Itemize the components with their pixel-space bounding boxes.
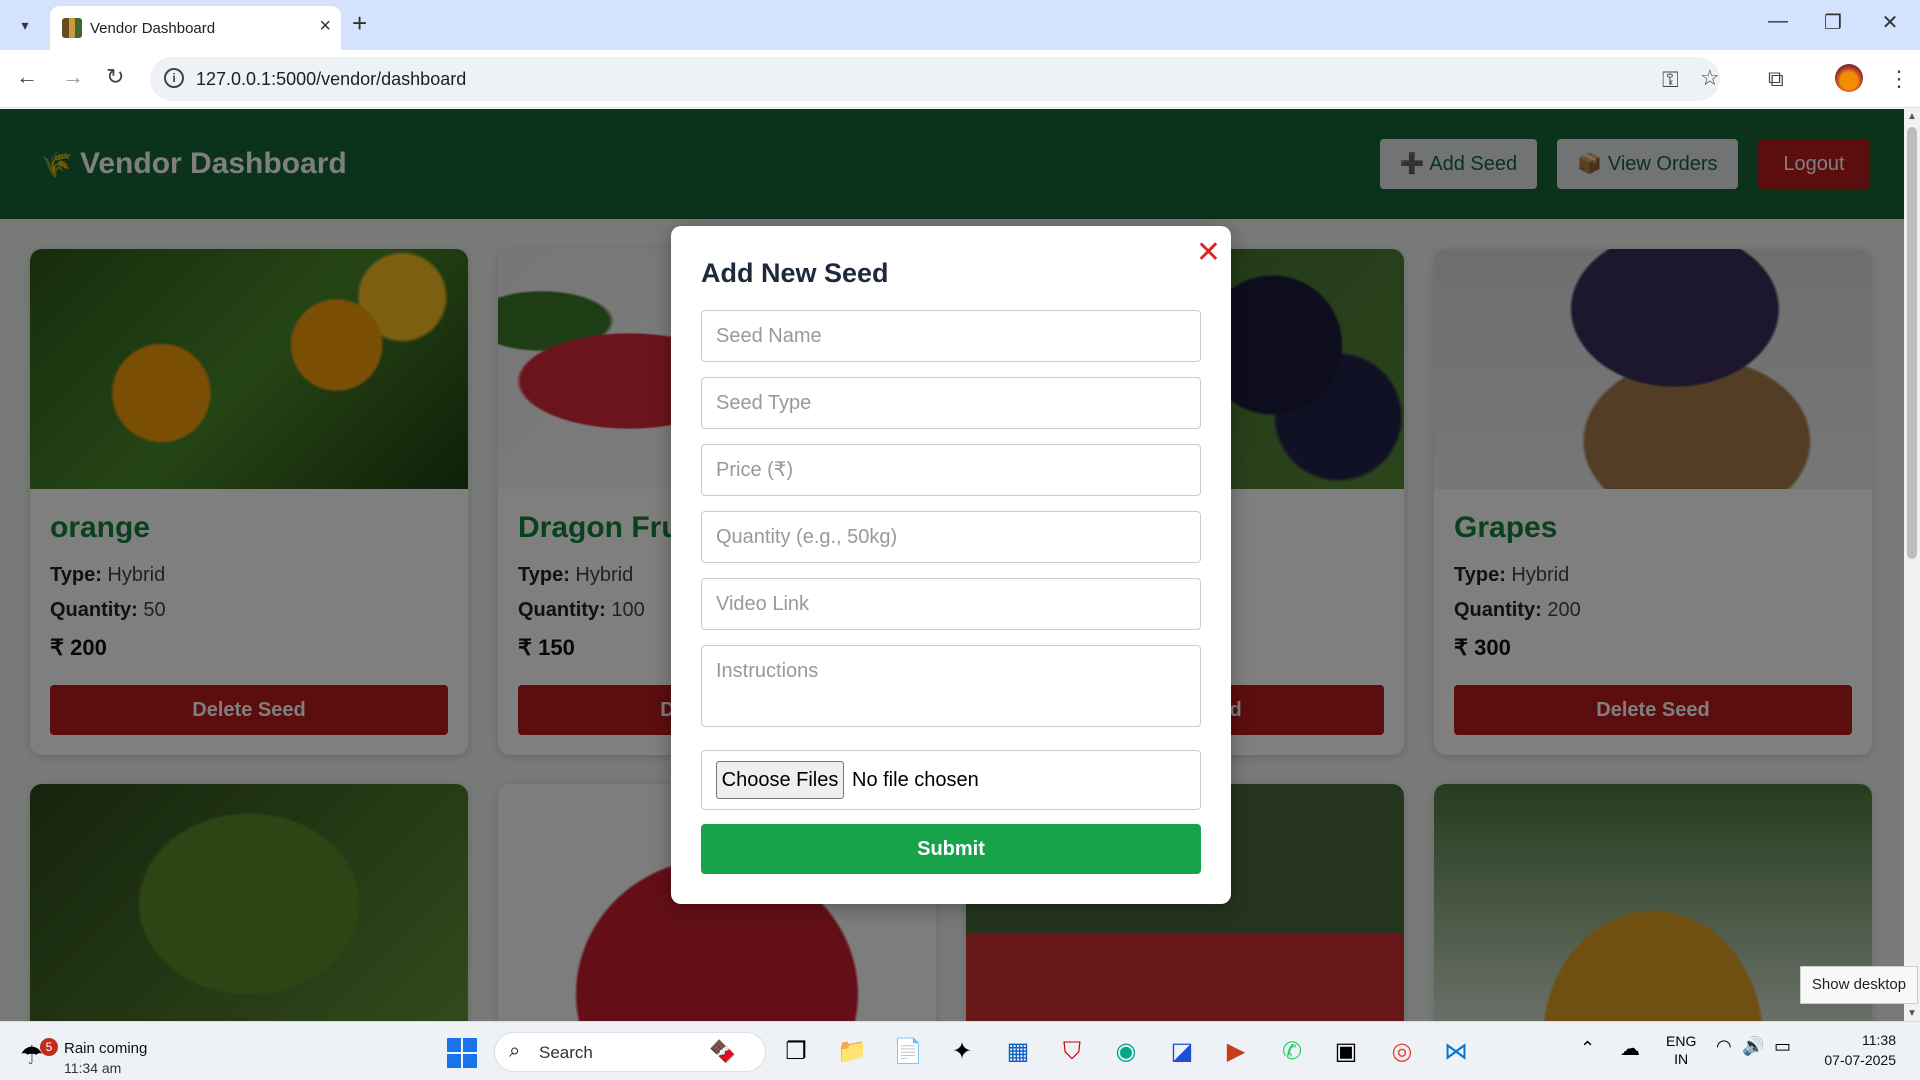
language-indicator[interactable]: ENG IN <box>1666 1032 1696 1068</box>
quantity-field[interactable] <box>701 511 1201 563</box>
weather-text: Rain coming <box>64 1040 148 1057</box>
tab-close-icon[interactable]: × <box>319 15 331 38</box>
vscode-icon[interactable]: ⋈ <box>1438 1034 1474 1070</box>
instructions-field[interactable] <box>701 645 1201 727</box>
battery-icon[interactable]: ▭ <box>1774 1036 1791 1057</box>
price-field[interactable] <box>701 444 1201 496</box>
clock-time: 11:38 <box>1862 1032 1896 1048</box>
password-key-icon[interactable]: ⚿ <box>1662 67 1679 93</box>
search-icon: ⌕ <box>509 1040 521 1062</box>
windows-start-icon[interactable] <box>447 1038 477 1068</box>
browser-tab-bar: ▾ Vendor Dashboard × + — ❐ ✕ <box>0 0 1920 50</box>
restore-icon[interactable]: ❐ <box>1813 10 1853 35</box>
video-link-field[interactable] <box>701 578 1201 630</box>
close-icon[interactable]: ✕ <box>1196 238 1221 268</box>
onedrive-cloud-icon[interactable]: ☁ <box>1620 1036 1640 1061</box>
notepad-icon[interactable]: 📄 <box>890 1034 926 1070</box>
url-text[interactable]: 127.0.0.1:5000/vendor/dashboard <box>196 69 466 90</box>
volume-icon[interactable]: 🔊 <box>1742 1036 1764 1057</box>
instructions-textarea[interactable] <box>702 646 1200 726</box>
clock-date: 07-07-2025 <box>1824 1052 1896 1068</box>
tab-list-chevron-icon[interactable]: ▾ <box>12 12 38 38</box>
profile-avatar[interactable] <box>1835 64 1863 92</box>
copilot-icon[interactable]: ✦ <box>944 1034 980 1070</box>
clock[interactable]: 11:38 07-07-2025 <box>1810 1030 1896 1070</box>
choose-files-button[interactable]: Choose Files <box>716 761 844 799</box>
tab-favicon-icon <box>62 18 82 38</box>
chrome-icon[interactable]: ◎ <box>1384 1034 1420 1070</box>
show-desktop-tooltip: Show desktop <box>1800 966 1918 1004</box>
page-scrollbar[interactable]: ▲ ▼ <box>1904 109 1920 1021</box>
wifi-icon[interactable]: ◠ <box>1716 1036 1732 1057</box>
extensions-puzzle-icon[interactable]: ⧉ <box>1768 66 1784 92</box>
seed-type-field[interactable] <box>701 377 1201 429</box>
site-info-icon[interactable]: i <box>164 68 184 88</box>
scrollbar-thumb[interactable] <box>1907 127 1917 559</box>
weather-time: 11:34 am <box>64 1060 122 1076</box>
address-toolbar: ← → ↻ i 127.0.0.1:5000/vendor/dashboard … <box>0 50 1920 108</box>
seed-name-input[interactable] <box>702 311 1200 361</box>
quantity-input[interactable] <box>702 512 1200 562</box>
file-status: No file chosen <box>852 769 979 791</box>
forward-arrow-icon[interactable]: → <box>62 64 84 90</box>
file-upload: Choose Files No file chosen <box>701 750 1201 810</box>
video-link-input[interactable] <box>702 579 1200 629</box>
minimize-icon[interactable]: — <box>1758 10 1798 33</box>
window-close-icon[interactable]: ✕ <box>1870 10 1910 35</box>
task-view-icon[interactable]: ❐ <box>778 1034 814 1070</box>
price-input[interactable] <box>702 445 1200 495</box>
seed-name-field[interactable] <box>701 310 1201 362</box>
browser-tab[interactable]: Vendor Dashboard × <box>50 6 341 50</box>
store-icon[interactable]: ▦ <box>1000 1034 1036 1070</box>
seed-type-input[interactable] <box>702 378 1200 428</box>
notification-badge: 5 <box>40 1038 58 1056</box>
edge-icon[interactable]: ◉ <box>1108 1034 1144 1070</box>
search-highlight-icon: 🍫 <box>709 1039 737 1064</box>
mcafee-icon[interactable]: ⛉ <box>1054 1034 1090 1070</box>
powerpoint-icon[interactable]: ▶ <box>1218 1034 1254 1070</box>
file-explorer-icon[interactable]: 📁 <box>834 1034 870 1070</box>
browser-menu-icon[interactable]: ⋮ <box>1888 66 1910 92</box>
windows-taskbar: ☂ 5 Rain coming 11:34 am ⌕ Search 🍫 ❐ 📁 … <box>0 1021 1920 1080</box>
url-bar[interactable]: i 127.0.0.1:5000/vendor/dashboard ⚿ ☆ <box>150 57 1720 101</box>
reload-icon[interactable]: ↻ <box>106 64 124 90</box>
new-tab-plus-icon[interactable]: + <box>352 8 367 39</box>
submit-button[interactable]: Submit <box>701 824 1201 874</box>
modal-title: Add New Seed <box>701 258 889 288</box>
terminal-icon[interactable]: ▣ <box>1328 1034 1364 1070</box>
app-icon[interactable]: ◪ <box>1164 1034 1200 1070</box>
tab-title: Vendor Dashboard <box>90 20 216 37</box>
add-seed-modal: Add New Seed ✕ Choose Files No file chos… <box>671 226 1231 904</box>
chevron-up-icon[interactable]: ⌃ <box>1580 1038 1595 1059</box>
whatsapp-icon[interactable]: ✆ <box>1274 1034 1310 1070</box>
search-label: Search <box>539 1043 593 1062</box>
bookmark-star-icon[interactable]: ☆ <box>1700 65 1720 91</box>
taskbar-search[interactable]: ⌕ Search 🍫 <box>494 1032 766 1072</box>
back-arrow-icon[interactable]: ← <box>16 64 38 90</box>
